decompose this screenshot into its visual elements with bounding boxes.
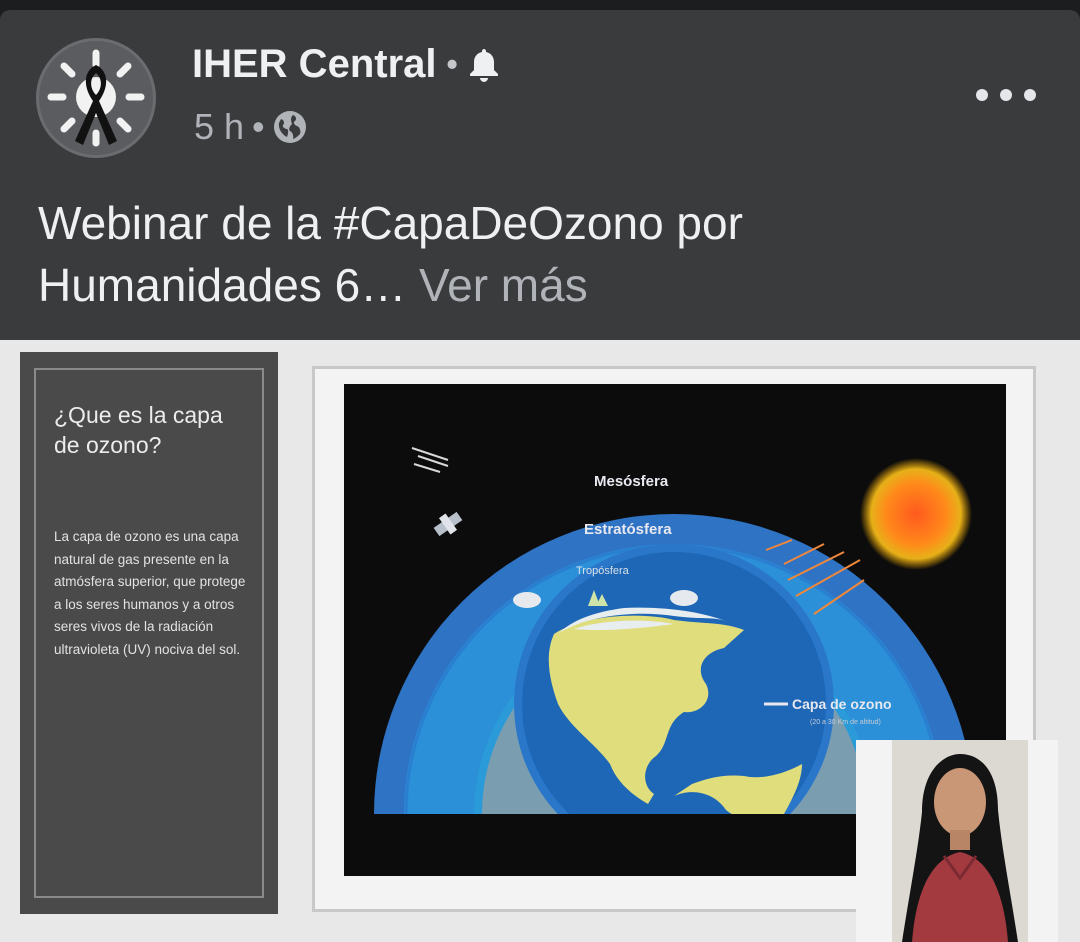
separator-dot: • <box>446 46 458 82</box>
slide-text-frame: ¿Que es la capa de ozono? La capa de ozo… <box>34 368 264 898</box>
satellite-icon <box>433 511 463 537</box>
see-more-link[interactable]: Ver más <box>419 259 588 311</box>
slide-text-panel: ¿Que es la capa de ozono? La capa de ozo… <box>20 352 278 914</box>
cloud-icon-right <box>670 590 698 606</box>
meta-separator: • <box>252 106 265 147</box>
post-caption: Webinar de la #CapaDeOzono por Humanidad… <box>38 192 1038 316</box>
cloud-icon <box>513 592 541 608</box>
ozone-altitude-note: (20 a 30 Km de altitud) <box>810 719 881 726</box>
slide-title: ¿Que es la capa de ozono? <box>54 402 223 458</box>
meteors-icon <box>411 447 449 473</box>
presenter-webcam <box>856 740 1058 942</box>
sun-icon <box>860 458 972 570</box>
more-options-icon-dot <box>1000 89 1012 101</box>
post-time[interactable]: 5 h <box>194 106 244 148</box>
facebook-post: IHER Central • 5 h • Webinar de la #Capa… <box>0 10 1080 942</box>
post-meta: 5 h • <box>194 106 307 148</box>
post-video[interactable]: ¿Que es la capa de ozono? La capa de ozo… <box>0 340 1080 942</box>
caption-text: Webinar de la #CapaDeOzono por Humanidad… <box>38 197 743 311</box>
sun-ribbon-logo-icon <box>47 49 145 147</box>
more-options-icon <box>976 89 988 101</box>
stratosphere-label: Estratósfera <box>584 521 672 538</box>
troposphere-label: Tropósfera <box>576 565 630 577</box>
more-options-button[interactable] <box>976 80 1036 110</box>
page-name-row: IHER Central • <box>192 42 500 87</box>
slide-body: La capa de ozono es una capa natural de … <box>54 529 246 657</box>
mesosphere-label: Mesósfera <box>594 473 669 490</box>
presenter-video <box>892 740 1028 942</box>
more-options-icon-dot <box>1024 89 1036 101</box>
bell-icon[interactable] <box>468 47 500 83</box>
page-avatar[interactable] <box>36 38 156 158</box>
page-name[interactable]: IHER Central <box>192 42 437 87</box>
ozone-label: Capa de ozono <box>792 696 892 712</box>
globe-icon[interactable] <box>273 110 307 144</box>
